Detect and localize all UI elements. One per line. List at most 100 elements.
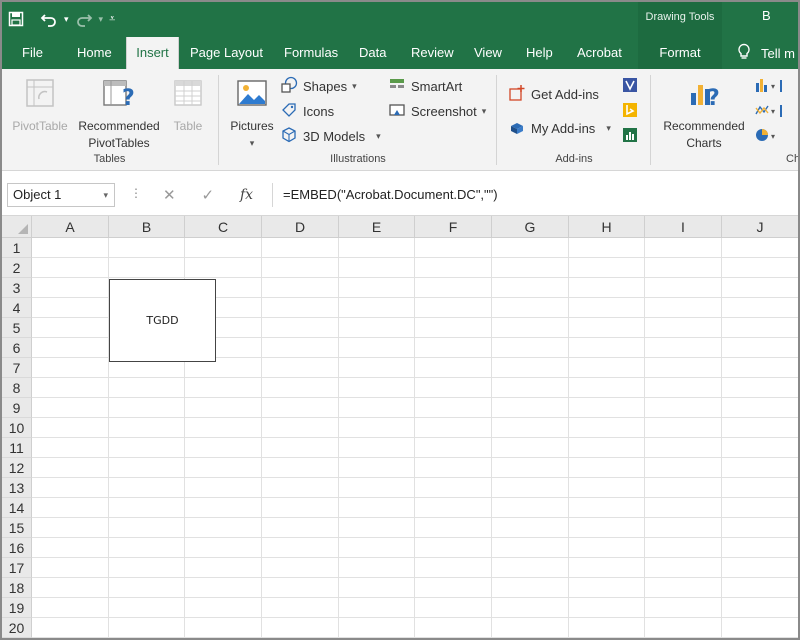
- column-header-b[interactable]: B: [109, 216, 185, 238]
- formula-bar-resize-handle[interactable]: ⋮: [130, 186, 142, 200]
- my-addins-button[interactable]: My Add-ins ▾: [508, 117, 611, 139]
- visio-icon[interactable]: [622, 77, 638, 96]
- tab-page-layout[interactable]: Page Layout: [186, 37, 267, 69]
- bing-maps-icon[interactable]: [622, 102, 638, 121]
- shapes-button[interactable]: Shapes ▾: [280, 75, 357, 97]
- insert-function-icon[interactable]: fx: [240, 187, 253, 203]
- icons-button[interactable]: Icons: [280, 100, 334, 122]
- embedded-acrobat-object[interactable]: TGDD: [109, 279, 216, 362]
- row-header-7[interactable]: 7: [2, 358, 32, 378]
- column-gridline: [261, 238, 262, 638]
- save-icon[interactable]: [8, 11, 24, 27]
- name-box[interactable]: Object 1 ▾: [7, 183, 115, 207]
- get-addins-icon: [508, 84, 526, 105]
- tell-me-box[interactable]: Tell m: [737, 37, 795, 69]
- column-header-g[interactable]: G: [492, 216, 569, 238]
- tab-insert[interactable]: Insert: [126, 37, 179, 69]
- tab-format[interactable]: Format: [638, 37, 722, 69]
- row-header-6[interactable]: 6: [2, 338, 32, 358]
- cancel-icon[interactable]: ✕: [163, 186, 176, 204]
- formula-input[interactable]: =EMBED("Acrobat.Document.DC",""): [272, 183, 798, 207]
- row-gridline: [32, 577, 798, 578]
- 3d-models-dropdown-icon: ▾: [376, 130, 381, 141]
- ribbon-separator: [650, 75, 651, 165]
- formula-buttons: ✕ ✓ fx: [150, 183, 266, 207]
- tab-help[interactable]: Help: [522, 37, 557, 69]
- screenshot-button[interactable]: Screenshot ▾: [388, 100, 486, 122]
- column-gridline: [644, 238, 645, 638]
- row-header-1[interactable]: 1: [2, 238, 32, 258]
- tab-home[interactable]: Home: [73, 37, 116, 69]
- svg-text:▾: ▾: [771, 132, 775, 141]
- icons-icon: [280, 101, 298, 122]
- tab-file[interactable]: File: [18, 37, 47, 69]
- pictures-label: Pictures: [230, 119, 274, 133]
- tab-review[interactable]: Review: [407, 37, 458, 69]
- excel-window: ▾ ▾ ⩡ Drawing Tools B File Home Insert P…: [0, 0, 800, 640]
- column-header-d[interactable]: D: [262, 216, 339, 238]
- 3d-models-button[interactable]: 3D Models ▾: [280, 125, 381, 147]
- redo-dropdown-icon[interactable]: ▾: [99, 14, 104, 25]
- tab-data[interactable]: Data: [355, 37, 390, 69]
- table-button[interactable]: Table: [166, 77, 210, 135]
- recommended-charts-label-2: Charts: [686, 136, 722, 150]
- row-gridline: [32, 437, 798, 438]
- pie-chart-icon[interactable]: ▾: [754, 127, 782, 146]
- column-header-h[interactable]: H: [569, 216, 645, 238]
- redo-icon[interactable]: [75, 11, 93, 27]
- pictures-button[interactable]: Pictures ▾: [226, 77, 278, 152]
- row-header-20[interactable]: 20: [2, 618, 32, 638]
- my-addins-label: My Add-ins: [531, 120, 596, 136]
- row-gridline: [32, 277, 798, 278]
- row-header-11[interactable]: 11: [2, 438, 32, 458]
- row-header-10[interactable]: 10: [2, 418, 32, 438]
- tab-formulas[interactable]: Formulas: [280, 37, 342, 69]
- column-header-j[interactable]: J: [722, 216, 798, 238]
- row-header-14[interactable]: 14: [2, 498, 32, 518]
- row-header-3[interactable]: 3: [2, 278, 32, 298]
- tab-view[interactable]: View: [470, 37, 506, 69]
- column-header-c[interactable]: C: [185, 216, 262, 238]
- row-header-12[interactable]: 12: [2, 458, 32, 478]
- row-header-2[interactable]: 2: [2, 258, 32, 278]
- column-chart-icon[interactable]: ▾: [754, 77, 782, 96]
- row-header-4[interactable]: 4: [2, 298, 32, 318]
- column-header-e[interactable]: E: [339, 216, 415, 238]
- row-gridline: [32, 457, 798, 458]
- line-chart-icon[interactable]: ▾: [754, 102, 782, 121]
- row-header-19[interactable]: 19: [2, 598, 32, 618]
- name-box-value: Object 1: [13, 187, 62, 202]
- select-all-button[interactable]: [2, 216, 32, 238]
- pivottable-button[interactable]: PivotTable: [8, 77, 72, 135]
- svg-text:?: ?: [122, 86, 135, 109]
- table-icon: [166, 77, 210, 114]
- row-header-13[interactable]: 13: [2, 478, 32, 498]
- smartart-button[interactable]: SmartArt: [388, 75, 462, 97]
- row-header-16[interactable]: 16: [2, 538, 32, 558]
- get-addins-button[interactable]: Get Add-ins: [508, 83, 599, 105]
- people-graph-icon[interactable]: [622, 127, 638, 146]
- recommended-pivottables-button[interactable]: ? Recommended PivotTables: [74, 77, 164, 152]
- recommended-charts-button[interactable]: ? Recommended Charts: [658, 77, 750, 152]
- row-header-18[interactable]: 18: [2, 578, 32, 598]
- column-header-f[interactable]: F: [415, 216, 492, 238]
- row-header-9[interactable]: 9: [2, 398, 32, 418]
- name-box-dropdown-icon[interactable]: ▾: [103, 184, 108, 206]
- worksheet-grid[interactable]: ABCDEFGHIJ 1 2 3 4 5 6 7 8 9 10 11 12 13 14 15 16 17 18 19…: [2, 216, 798, 638]
- row-header-17[interactable]: 17: [2, 558, 32, 578]
- row-header-8[interactable]: 8: [2, 378, 32, 398]
- customize-qat-icon[interactable]: ⩡: [109, 13, 115, 26]
- undo-icon[interactable]: [40, 11, 58, 27]
- undo-dropdown-icon[interactable]: ▾: [64, 14, 69, 25]
- tab-acrobat[interactable]: Acrobat: [573, 37, 626, 69]
- pictures-dropdown-icon: ▾: [249, 138, 255, 148]
- column-header-a[interactable]: A: [32, 216, 109, 238]
- row-header-15[interactable]: 15: [2, 518, 32, 538]
- svg-text:?: ?: [707, 86, 720, 109]
- formula-bar: Object 1 ▾ ⋮ ✕ ✓ fx =EMBED("Acrobat.Docu…: [2, 172, 798, 216]
- row-header-5[interactable]: 5: [2, 318, 32, 338]
- enter-icon[interactable]: ✓: [201, 186, 214, 204]
- column-gridline: [568, 238, 569, 638]
- shapes-label: Shapes: [303, 78, 348, 94]
- column-header-i[interactable]: I: [645, 216, 722, 238]
